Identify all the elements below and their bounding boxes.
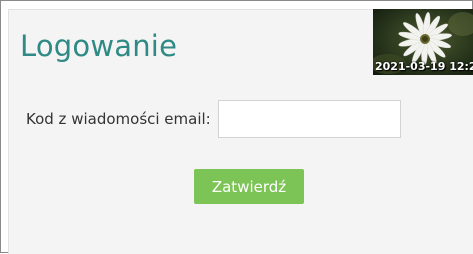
security-image: 2021-03-19 12:23 [373, 9, 473, 75]
login-window: Logowanie 2021-03-19 12:2 Kod z wiadomoś… [0, 0, 473, 254]
email-code-label: Kod z wiadomości email: [26, 110, 211, 128]
email-code-input[interactable] [218, 100, 401, 138]
photo-timestamp: 2021-03-19 12:23 [375, 60, 473, 73]
submit-button[interactable]: Zatwierdź [194, 169, 304, 204]
page-title: Logowanie [20, 29, 178, 63]
